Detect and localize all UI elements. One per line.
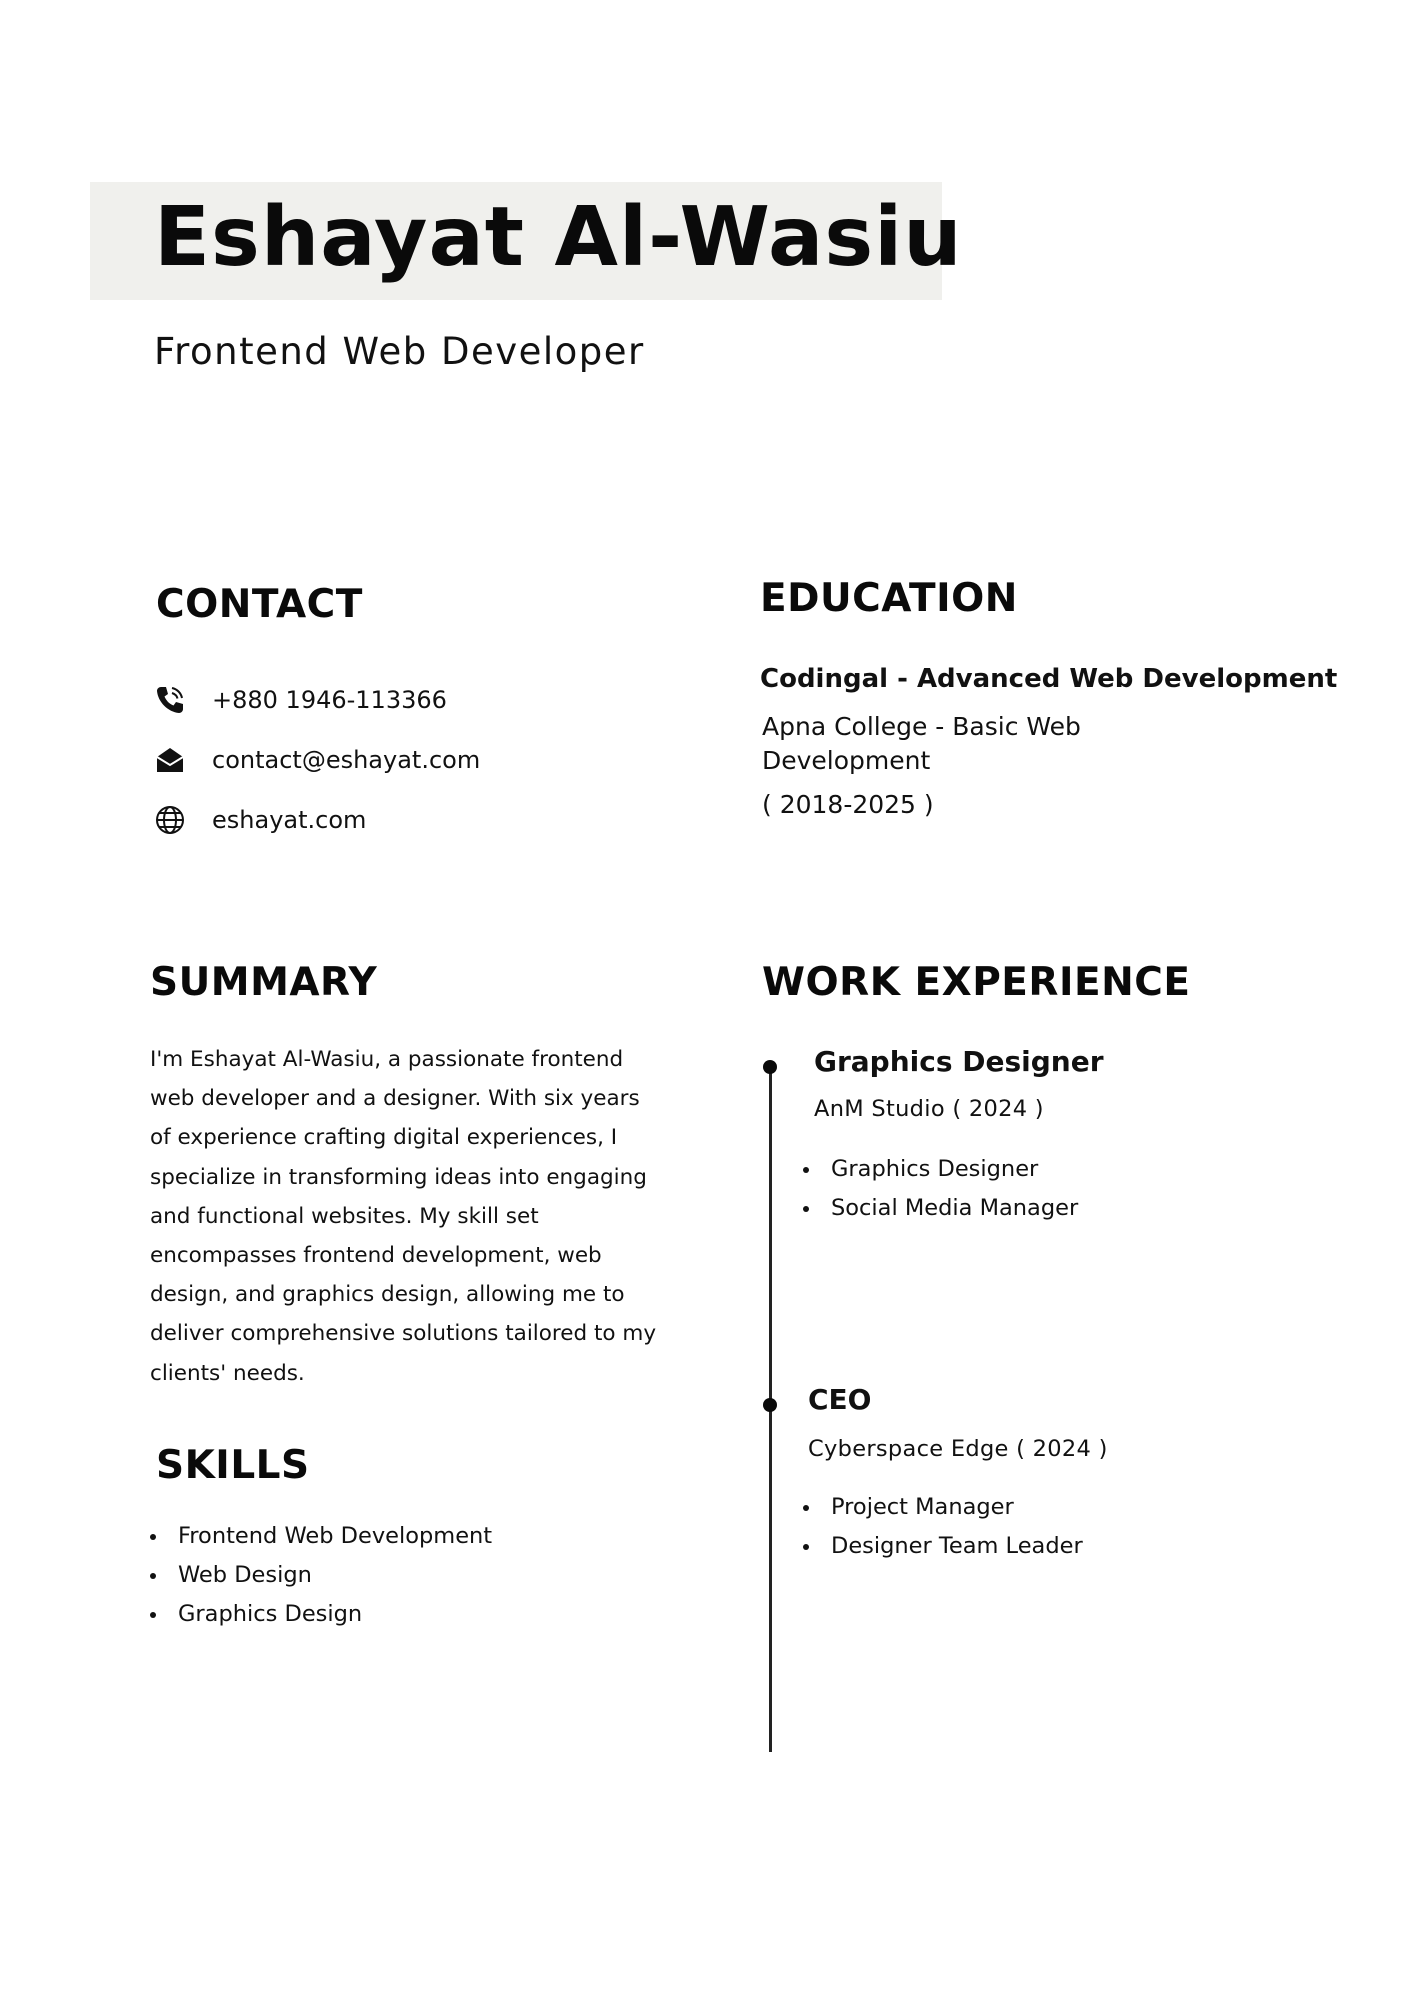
job-duty-item: Project Manager: [803, 1488, 1083, 1527]
timeline-dot: [763, 1060, 777, 1074]
skills-heading: SKILLS: [156, 1443, 310, 1488]
job-title: Graphics Designer: [814, 1045, 1104, 1078]
contact-website[interactable]: eshayat.com: [212, 806, 366, 834]
contact-phone-row: +880 1946-113366: [154, 680, 447, 720]
phone-icon: [154, 684, 186, 716]
summary-paragraph: I'm Eshayat Al-Wasiu, a passionate front…: [150, 1047, 657, 1386]
envelope-icon: [154, 744, 186, 776]
job-organization: Cyberspace Edge ( 2024 ): [808, 1436, 1108, 1462]
timeline-dot: [763, 1398, 777, 1412]
contact-heading: CONTACT: [156, 582, 363, 627]
contact-website-row: eshayat.com: [154, 800, 366, 840]
skills-list: Frontend Web Development Web Design Grap…: [150, 1517, 492, 1634]
job-duty-item: Social Media Manager: [803, 1189, 1078, 1228]
job-organization: AnM Studio ( 2024 ): [814, 1096, 1044, 1122]
job-duties-list: Project Manager Designer Team Leader: [803, 1488, 1083, 1566]
education-primary: Codingal - Advanced Web Development: [760, 664, 1338, 694]
work-experience-heading: WORK EXPERIENCE: [762, 960, 1191, 1005]
job-duty-item: Designer Team Leader: [803, 1527, 1083, 1566]
contact-email[interactable]: contact@eshayat.com: [212, 746, 480, 774]
skill-item: Web Design: [150, 1556, 492, 1595]
contact-email-row: contact@eshayat.com: [154, 740, 480, 780]
job-role-subtitle: Frontend Web Developer: [154, 330, 645, 373]
job-title: CEO: [808, 1383, 872, 1416]
education-secondary: Apna College - Basic Web Development: [762, 712, 1081, 775]
education-heading: EDUCATION: [760, 576, 1018, 621]
education-years: ( 2018-2025 ): [762, 790, 934, 819]
job-duties-list: Graphics Designer Social Media Manager: [803, 1150, 1078, 1228]
resume-name: Eshayat Al-Wasiu: [154, 190, 963, 285]
summary-heading: SUMMARY: [150, 960, 378, 1005]
skill-item: Frontend Web Development: [150, 1517, 492, 1556]
globe-icon: [154, 804, 186, 836]
job-duty-item: Graphics Designer: [803, 1150, 1078, 1189]
contact-phone: +880 1946-113366: [212, 686, 447, 714]
skill-item: Graphics Design: [150, 1595, 492, 1634]
